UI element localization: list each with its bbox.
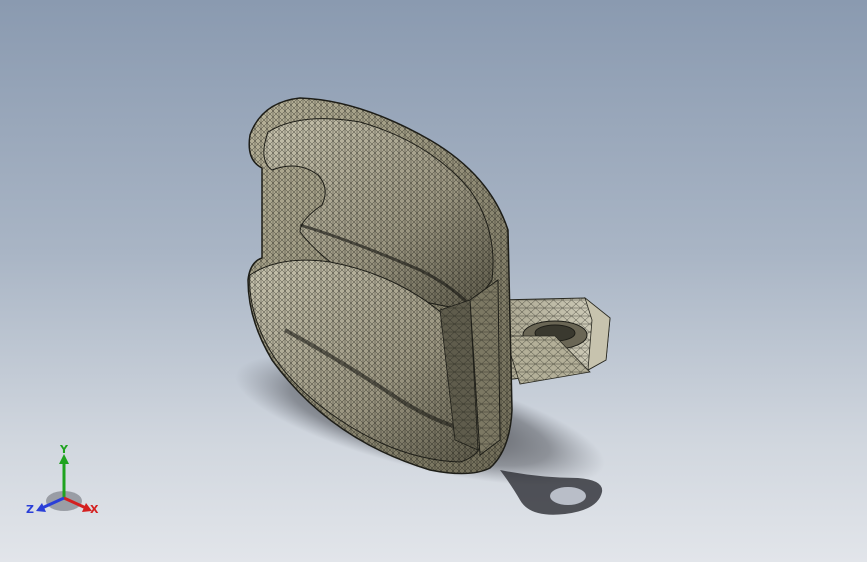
graphics-viewport[interactable]: Y X Z: [0, 0, 867, 562]
triad-y-label: Y: [60, 443, 68, 456]
triad-x-label: X: [90, 503, 99, 516]
view-orientation-triad[interactable]: Y X Z: [26, 443, 106, 526]
side-bracket[interactable]: [499, 296, 611, 385]
model-view[interactable]: [0, 0, 867, 562]
triad-z-label: Z: [26, 503, 34, 516]
